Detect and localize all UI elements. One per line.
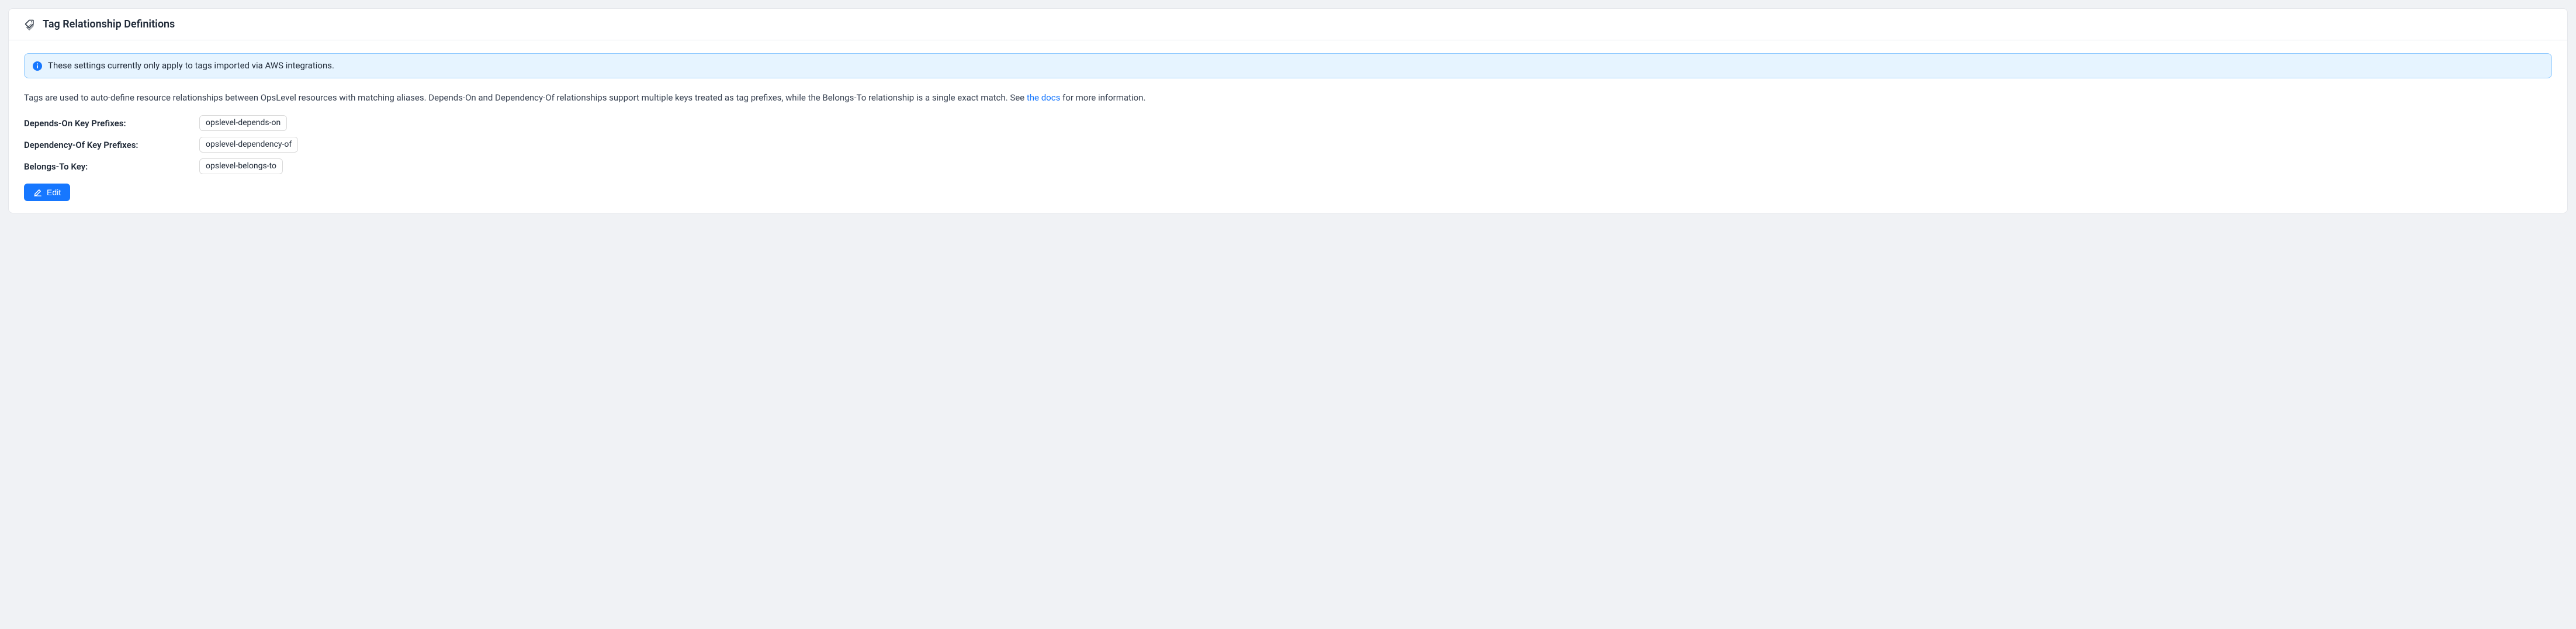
- card-body: These settings currently only apply to t…: [9, 40, 2567, 213]
- description-post: for more information.: [1062, 92, 1145, 103]
- tag-stack-icon: [24, 19, 36, 30]
- tag-relationship-card: Tag Relationship Definitions These setti…: [8, 8, 2568, 213]
- description-pre: Tags are used to auto-define resource re…: [24, 92, 1027, 103]
- definitions-list: Depends-On Key Prefixes: opslevel-depend…: [24, 115, 2552, 174]
- card-header: Tag Relationship Definitions: [9, 9, 2567, 40]
- alert-text: These settings currently only apply to t…: [48, 60, 334, 72]
- definition-label: Depends-On Key Prefixes:: [24, 118, 199, 129]
- edit-button[interactable]: Edit: [24, 184, 70, 201]
- definition-label: Dependency-Of Key Prefixes:: [24, 140, 199, 150]
- description-text: Tags are used to auto-define resource re…: [24, 91, 2552, 105]
- edit-button-label: Edit: [47, 188, 61, 197]
- definition-row-depends-on: Depends-On Key Prefixes: opslevel-depend…: [24, 115, 2552, 131]
- pencil-icon: [33, 188, 42, 197]
- docs-link[interactable]: the docs: [1027, 92, 1060, 103]
- definition-value: opslevel-dependency-of: [199, 137, 298, 153]
- card-title: Tag Relationship Definitions: [43, 18, 175, 30]
- definition-row-dependency-of: Dependency-Of Key Prefixes: opslevel-dep…: [24, 137, 2552, 153]
- definition-label: Belongs-To Key:: [24, 161, 199, 172]
- info-alert: These settings currently only apply to t…: [24, 53, 2552, 78]
- definition-value: opslevel-belongs-to: [199, 158, 283, 174]
- definition-value: opslevel-depends-on: [199, 115, 287, 131]
- definition-row-belongs-to: Belongs-To Key: opslevel-belongs-to: [24, 158, 2552, 174]
- info-icon: [33, 61, 42, 71]
